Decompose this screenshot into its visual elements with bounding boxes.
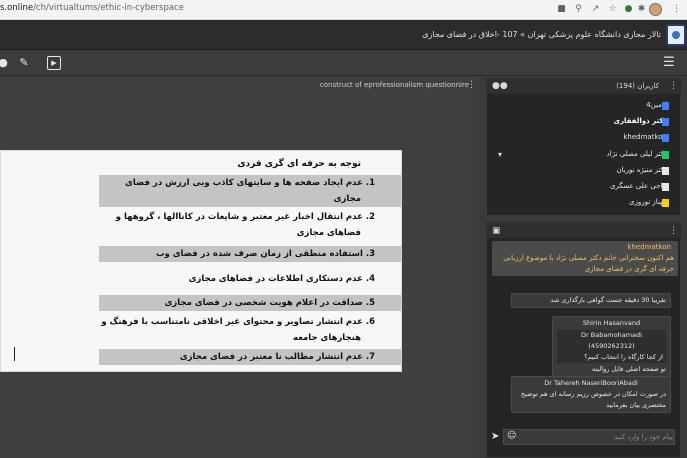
users-menu-icon[interactable]: ⋮	[669, 81, 678, 91]
slide-item-2: 2. عدم انتقال اخبار غیر معتبر و شایعات د…	[99, 209, 401, 241]
user-item[interactable]: دکتر لیلی مصلی نژاد	[607, 150, 667, 158]
users-group-icon: ●●	[492, 81, 508, 91]
slide-item-text: 7. عدم انتشار مطالب نا معتبر در فضای مجا…	[179, 352, 375, 362]
url-host: s.online	[0, 3, 34, 13]
user-icon	[662, 183, 669, 191]
hamburger-menu-icon[interactable]: ☰	[662, 56, 676, 70]
chat-message: Shirin Hasanvand Dr Babamohamadi (459026…	[552, 316, 671, 377]
chat-quoted: Dr Babamohamadi (4590262312) از کجا کارگ…	[557, 330, 666, 363]
user-icon	[662, 102, 669, 110]
chat-author: Dr Tahereh NaseriBooriAbadi	[544, 379, 638, 387]
chat-text: در صورت امکان در خصوص رزیم رسانه ای هم ت…	[520, 390, 666, 409]
slide-item-cont: مجازی	[333, 194, 361, 204]
room-title: تالار مجازی دانشگاه علوم پزشکی تهران » 1…	[422, 30, 661, 39]
slide-item-text: 1. عدم ایجاد صفحه ها و سایتهای کاذب وبی …	[125, 178, 375, 188]
slide-item-text: 2. عدم انتقال اخبار غیر معتبر و شایعات د…	[115, 212, 375, 222]
chat-icon: ▣	[492, 226, 501, 236]
users-panel	[486, 78, 681, 216]
share-icon[interactable]: ↗	[590, 4, 601, 15]
pen-icon[interactable]: ✎	[17, 56, 31, 70]
user-item[interactable]: khedmatkon	[623, 133, 667, 141]
slide-item-text: 5. صداقت در اعلام هویت شخصی در فضای مجاز…	[164, 298, 375, 308]
user-icon	[662, 167, 669, 175]
extension-icon[interactable]: ●	[623, 4, 634, 15]
presentation-slide: توجه به حرفه ای گری فردی 1. عدم ایجاد صف…	[0, 150, 402, 372]
chat-text: تقریبا 30 دقیقه جست گواهی بازگذاری شد	[550, 296, 667, 304]
slide-item-text: 3. استفاده منطقی از زمان صرف شده در فضای…	[155, 249, 375, 259]
slide-item-text: 4. عدم دستکاری اطلاعات در فضاهای مجازی	[188, 274, 375, 284]
chat-author: Shirin Hasanvand	[582, 319, 641, 327]
chat-quoted-text: از کجا کارگاه را انتخاب کنیم؟	[584, 353, 663, 361]
puzzle-icon[interactable]: ✱	[636, 4, 647, 15]
presentation-title: construct of eprofessionalism questionni…	[319, 81, 469, 89]
slide-item-1: 1. عدم ایجاد صفحه ها و سایتهای کاذب وبی …	[99, 175, 401, 207]
slide-item-cont: فضاهای مجازی	[296, 228, 361, 238]
user-icon	[662, 118, 669, 126]
send-icon[interactable]: ➤	[491, 431, 499, 442]
play-presentation-icon[interactable]: ▶	[47, 56, 61, 70]
chat-author: khedmatkon	[627, 243, 671, 251]
user-icon	[662, 151, 669, 159]
text-cursor	[14, 347, 15, 361]
users-title: کاربران (194)	[616, 82, 659, 90]
university-logo	[666, 24, 686, 46]
presentation-menu-icon[interactable]: ⋮	[467, 80, 476, 90]
address-bar[interactable]: s.online/ch/virtualtums/ethic-in-cybersp…	[0, 3, 184, 13]
user-item[interactable]: دکتر ذوالفقاری	[614, 117, 667, 125]
slide-item-4: 4. عدم دستکاری اطلاعات در فضاهای مجازی	[99, 271, 401, 287]
url-path: /ch/virtualtums/ethic-in-cyberspace	[33, 3, 184, 13]
slide-heading: توجه به حرفه ای گری فردی	[237, 159, 361, 169]
profile-avatar[interactable]	[649, 3, 662, 16]
slide-item-cont: هنجارهای جامعه	[293, 333, 361, 343]
chat-header	[486, 222, 681, 238]
chat-text: هم اکنون سخنرانی خانم دکتر مصلی نژاد با …	[503, 254, 674, 273]
slide-item-6: 6. عدم انتشار تصاویر و محتوای غیر اخلاقی…	[99, 314, 401, 346]
browser-menu-icon[interactable]: ⋮	[671, 4, 682, 15]
slide-item-7: 7. عدم انتشار مطالب نا معتبر در فضای مجا…	[99, 349, 401, 365]
slide-item-5: 5. صداقت در اعلام هویت شخصی در فضای مجاز…	[99, 295, 401, 311]
key-icon[interactable]: ⚲	[573, 4, 584, 15]
chat-input-placeholder: پیام خود را وارد کنید	[614, 433, 673, 441]
tool-partial-icon[interactable]: ●	[0, 56, 10, 70]
user-icon	[662, 199, 669, 207]
chat-message: khedmatkon هم اکنون سخنرانی خانم دکتر مص…	[492, 241, 678, 276]
chat-message: Dr Tahereh NaseriBooriAbadi در صورت امکا…	[511, 376, 671, 413]
slide-item-text: 6. عدم انتشار تصاویر و محتوای غیر اخلاقی…	[101, 317, 375, 327]
emoji-icon[interactable]: ☺	[507, 431, 516, 441]
chat-text: تو صفحه اصلی فایل روالیته	[591, 365, 666, 373]
bookmark-star-icon[interactable]: ☆	[607, 4, 618, 15]
user-item[interactable]: دکتر منیژه نوریان	[616, 166, 667, 174]
toolbar	[0, 50, 687, 76]
chat-quoted-author: Dr Babamohamadi (4590262312)	[581, 331, 642, 350]
microphone-icon: ▾	[498, 150, 503, 159]
slide-item-3: 3. استفاده منطقی از زمان صرف شده در فضای…	[99, 246, 401, 262]
camera-icon[interactable]: ■	[556, 4, 567, 15]
chat-menu-icon[interactable]: ⋮	[669, 226, 678, 236]
user-item[interactable]: حاجی علی عسگری	[610, 182, 667, 190]
chat-message: تقریبا 30 دقیقه جست گواهی بازگذاری شد	[511, 293, 671, 308]
user-icon	[662, 134, 669, 142]
